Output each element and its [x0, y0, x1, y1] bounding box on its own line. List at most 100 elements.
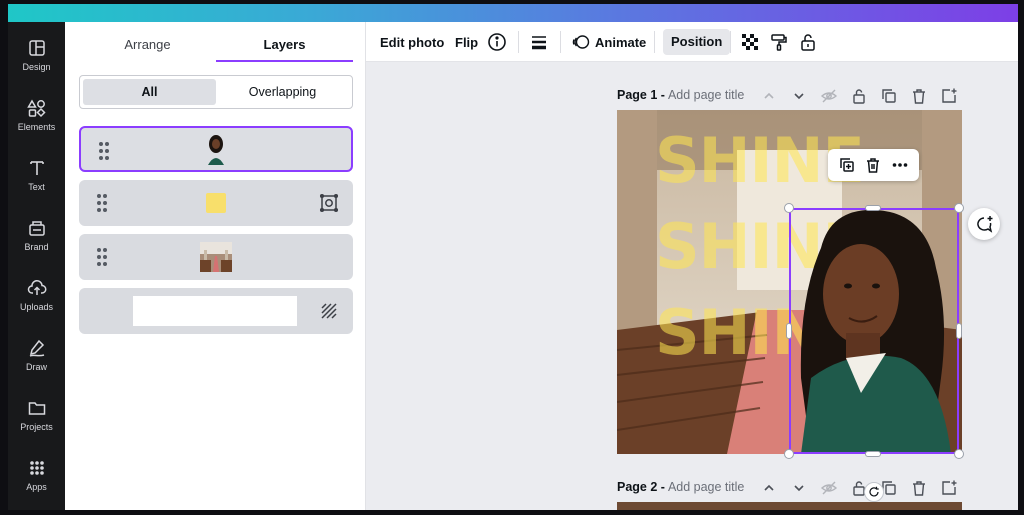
rail-item-projects[interactable]: Projects: [8, 394, 65, 444]
page-number: Page 2 -: [617, 480, 665, 494]
rail-item-elements[interactable]: Elements: [8, 94, 65, 144]
resize-handle-top-left[interactable]: [784, 203, 794, 213]
position-button[interactable]: Position: [663, 29, 731, 55]
toolbar-divider: [560, 31, 561, 53]
info-button[interactable]: [487, 22, 507, 62]
drag-handle-icon[interactable]: [97, 248, 107, 266]
page-2-header: Page 2 - Add page title: [617, 476, 962, 500]
background-thumbnail: [133, 296, 297, 326]
chevron-up-icon[interactable]: [760, 87, 778, 105]
drag-handle-icon[interactable]: [97, 194, 107, 212]
resize-handle-top[interactable]: [865, 205, 881, 211]
delete-icon[interactable]: [864, 156, 882, 174]
toolbar-divider: [730, 31, 731, 53]
delete-page-icon[interactable]: [910, 87, 928, 105]
top-gradient-bar: [8, 4, 1018, 22]
drag-handle-icon[interactable]: [99, 142, 109, 160]
resize-handle-bottom-left[interactable]: [784, 449, 794, 459]
hide-page-icon[interactable]: [820, 479, 838, 497]
page-title-input[interactable]: Add page title: [668, 88, 744, 102]
flip-button[interactable]: Flip: [455, 22, 478, 62]
selection-box: [789, 208, 959, 454]
resize-handle-bottom[interactable]: [865, 451, 881, 457]
rail-label: Elements: [17, 122, 56, 132]
animate-icon: [572, 35, 590, 49]
folder-icon: [28, 402, 45, 415]
element-floating-toolbar: [828, 149, 919, 181]
toolbar-divider: [654, 31, 655, 53]
page-2-label: Page 2 - Add page title: [617, 480, 744, 494]
tab-layers[interactable]: Layers: [216, 32, 353, 62]
animate-label: Animate: [595, 34, 647, 50]
paint-roller-icon: [771, 34, 787, 51]
chevron-down-icon[interactable]: [790, 87, 808, 105]
comment-plus-icon: [977, 216, 993, 233]
rail-item-uploads[interactable]: Uploads: [8, 274, 65, 324]
text-icon: [29, 161, 44, 175]
chevron-down-icon[interactable]: [790, 479, 808, 497]
page-title-input[interactable]: Add page title: [668, 480, 744, 494]
frame-icon: [319, 193, 339, 213]
resize-handle-left[interactable]: [786, 323, 792, 339]
rail-item-design[interactable]: Design: [8, 34, 65, 84]
edit-photo-button[interactable]: Edit photo: [380, 22, 444, 62]
rail-label: Text: [28, 182, 45, 192]
filter-all[interactable]: All: [83, 79, 216, 105]
rail-item-brand[interactable]: Brand: [8, 214, 65, 264]
lines-icon: [532, 36, 546, 50]
lock-button[interactable]: [798, 22, 818, 62]
border-style-button[interactable]: [529, 22, 549, 62]
add-comment-button[interactable]: [968, 208, 1000, 240]
checkerboard-icon: [742, 34, 758, 50]
layers-panel: Arrange Layers All Overlapping: [65, 22, 366, 510]
layout-icon: [28, 40, 45, 56]
page-1-label: Page 1 - Add page title: [617, 88, 744, 102]
resize-handle-bottom-right[interactable]: [954, 449, 964, 459]
resize-handle-right[interactable]: [956, 323, 962, 339]
rotate-icon: [869, 486, 879, 497]
church-thumbnail: [200, 242, 232, 272]
rail-label: Design: [22, 62, 51, 72]
rail-label: Projects: [20, 422, 53, 432]
more-options-icon[interactable]: [891, 156, 909, 174]
tab-arrange[interactable]: Arrange: [79, 32, 216, 62]
layer-item-yellow-shape[interactable]: [79, 180, 353, 226]
delete-page-icon[interactable]: [910, 479, 928, 497]
hide-page-icon[interactable]: [820, 87, 838, 105]
rotate-handle[interactable]: [864, 482, 884, 502]
transparency-button[interactable]: [740, 22, 760, 62]
copy-style-button[interactable]: [769, 22, 789, 62]
animate-button[interactable]: Animate: [571, 22, 646, 62]
rail-item-text[interactable]: Text: [8, 154, 65, 204]
layer-item-woman-photo[interactable]: [79, 126, 353, 172]
shapes-icon: [26, 99, 46, 118]
lock-icon: [801, 34, 815, 51]
pen-icon: [29, 339, 44, 357]
rail-label: Apps: [26, 482, 47, 492]
brand-icon: [28, 221, 45, 236]
rail-label: Uploads: [19, 302, 54, 312]
chevron-up-icon[interactable]: [760, 479, 778, 497]
editor-app: Design Elements Text Brand Uploads Draw …: [8, 22, 1018, 510]
duplicate-page-icon[interactable]: [880, 87, 898, 105]
layer-filter: All Overlapping: [79, 75, 353, 109]
page-2-canvas[interactable]: [617, 502, 962, 510]
cloud-upload-icon: [27, 280, 46, 295]
layer-item-church-photo[interactable]: [79, 234, 353, 280]
layer-item-background[interactable]: [79, 288, 353, 334]
duplicate-icon[interactable]: [838, 156, 856, 174]
context-toolbar: Edit photo Flip Animate Position: [366, 22, 1018, 62]
resize-handle-top-right[interactable]: [954, 203, 964, 213]
page-1-header: Page 1 - Add page title: [617, 84, 962, 108]
add-page-icon[interactable]: [940, 479, 958, 497]
rail-item-apps[interactable]: Apps: [8, 454, 65, 504]
filter-overlapping[interactable]: Overlapping: [216, 79, 349, 105]
rail-label: Draw: [25, 362, 47, 372]
rail-label: Brand: [24, 242, 49, 252]
add-page-icon[interactable]: [940, 87, 958, 105]
lock-page-icon[interactable]: [850, 87, 868, 105]
grid-icon: [29, 461, 44, 475]
toolbar-divider: [518, 31, 519, 53]
rail-item-draw[interactable]: Draw: [8, 334, 65, 384]
transparency-icon: [321, 303, 337, 319]
